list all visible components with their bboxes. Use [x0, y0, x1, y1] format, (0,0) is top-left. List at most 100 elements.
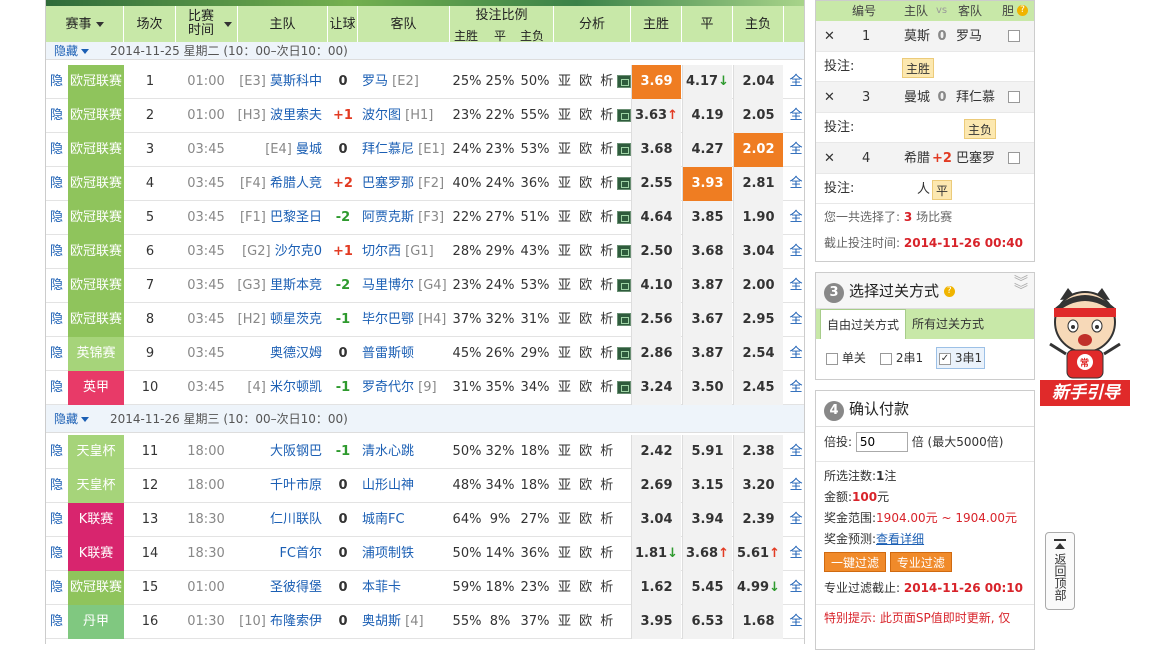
odds-lose-button[interactable]: 3.20: [733, 469, 783, 503]
odds-win-button[interactable]: 1.62: [631, 571, 681, 605]
odds-win-button[interactable]: 2.69: [631, 469, 681, 503]
league-badge[interactable]: 英锦赛: [68, 337, 124, 371]
bet-choice[interactable]: 主胜: [902, 58, 935, 78]
odds-lose-button[interactable]: 2.04: [733, 65, 783, 99]
hide-row-link[interactable]: 隐: [50, 133, 66, 167]
odds-draw-button[interactable]: 4.19: [682, 99, 732, 133]
header-time[interactable]: 比赛 时间: [176, 6, 238, 44]
league-badge[interactable]: 天皇杯: [68, 435, 124, 469]
view-detail-link[interactable]: 查看详细: [876, 532, 924, 546]
odds-draw-button[interactable]: 3.94: [682, 503, 732, 537]
odds-lose-button[interactable]: 1.68: [733, 605, 783, 639]
odds-draw-button[interactable]: 5.91: [682, 435, 732, 469]
odds-win-button[interactable]: 1.81↓: [631, 537, 681, 571]
odds-win-button[interactable]: 2.50: [631, 235, 681, 269]
home-team[interactable]: 千叶市原: [236, 469, 322, 503]
all-odds-link[interactable]: 全: [788, 303, 804, 337]
hide-row-link[interactable]: 隐: [50, 435, 66, 469]
hide-row-link[interactable]: 隐: [50, 503, 66, 537]
analysis-links[interactable]: 亚 欧 析: [558, 167, 632, 201]
away-team[interactable]: 山形山神: [362, 469, 462, 503]
hide-toggle[interactable]: 隐藏: [54, 405, 90, 433]
analysis-links[interactable]: 亚 欧 析: [558, 303, 632, 337]
away-team[interactable]: 阿贾克斯 [F3]: [362, 201, 462, 235]
hide-row-link[interactable]: 隐: [50, 167, 66, 201]
odds-lose-button[interactable]: 2.39: [733, 503, 783, 537]
odds-win-button[interactable]: 3.95: [631, 605, 681, 639]
odds-lose-button[interactable]: 2.54: [733, 337, 783, 371]
all-odds-link[interactable]: 全: [788, 99, 804, 133]
data-chart-icon[interactable]: [617, 75, 632, 88]
analysis-links[interactable]: 亚 欧 析: [558, 371, 632, 405]
away-team[interactable]: 切尔西 [G1]: [362, 235, 462, 269]
analysis-links-text[interactable]: 亚 欧 析: [558, 108, 615, 123]
odds-lose-button[interactable]: 2.00: [733, 269, 783, 303]
data-chart-icon[interactable]: [617, 381, 632, 394]
league-badge[interactable]: 欧冠联赛: [68, 303, 124, 337]
hide-row-link[interactable]: 隐: [50, 269, 66, 303]
away-team[interactable]: 马里博尔 [G4]: [362, 269, 462, 303]
league-badge[interactable]: 天皇杯: [68, 469, 124, 503]
away-team[interactable]: 浦项制铁: [362, 537, 462, 571]
odds-draw-button[interactable]: 3.87: [682, 269, 732, 303]
home-team[interactable]: 大阪钢巴: [236, 435, 322, 469]
league-badge[interactable]: 英甲: [68, 371, 124, 405]
home-team[interactable]: [G2] 沙尔克0: [236, 235, 322, 269]
away-team[interactable]: 奥胡斯 [4]: [362, 605, 462, 639]
analysis-links-text[interactable]: 亚 欧 析: [558, 142, 615, 157]
analysis-links[interactable]: 亚 欧 析: [558, 571, 624, 605]
league-badge[interactable]: 欧冠联赛: [68, 269, 124, 303]
home-team[interactable]: [H2] 顿星茨克: [236, 303, 322, 337]
back-to-top-button[interactable]: 返回顶部: [1045, 532, 1075, 610]
home-team[interactable]: [E3] 莫斯科中: [236, 65, 322, 99]
opt-3x1[interactable]: ✓ 3串1: [936, 347, 986, 369]
odds-draw-button[interactable]: 3.85: [682, 201, 732, 235]
analysis-links-text[interactable]: 亚 欧 析: [558, 580, 615, 595]
hide-row-link[interactable]: 隐: [50, 337, 66, 371]
banker-checkbox[interactable]: [1008, 152, 1020, 164]
all-odds-link[interactable]: 全: [788, 65, 804, 99]
analysis-links[interactable]: 亚 欧 析: [558, 201, 632, 235]
odds-win-button[interactable]: 4.10: [631, 269, 681, 303]
home-team[interactable]: FC首尔: [236, 537, 322, 571]
odds-lose-button[interactable]: 4.99↓: [733, 571, 783, 605]
all-odds-link[interactable]: 全: [788, 167, 804, 201]
odds-draw-button[interactable]: 6.53: [682, 605, 732, 639]
help-icon[interactable]: ?: [1017, 5, 1028, 16]
league-badge[interactable]: 欧冠联赛: [68, 571, 124, 605]
hide-row-link[interactable]: 隐: [50, 605, 66, 639]
away-team[interactable]: 本菲卡: [362, 571, 462, 605]
hide-row-link[interactable]: 隐: [50, 303, 66, 337]
bet-choice[interactable]: 平: [932, 180, 953, 200]
home-team[interactable]: [H3] 波里索夫: [236, 99, 322, 133]
opt-2x1[interactable]: 2串1: [880, 339, 923, 377]
odds-win-button[interactable]: 4.64: [631, 201, 681, 235]
banker-checkbox[interactable]: [1008, 91, 1020, 103]
league-badge[interactable]: 欧冠联赛: [68, 167, 124, 201]
hide-row-link[interactable]: 隐: [50, 571, 66, 605]
league-badge[interactable]: 欧冠联赛: [68, 99, 124, 133]
pro-filter-button[interactable]: 专业过滤: [889, 552, 952, 572]
checkbox-checked[interactable]: ✓: [939, 352, 951, 365]
odds-draw-button[interactable]: 3.68↑: [682, 537, 732, 571]
odds-win-button[interactable]: 2.55: [631, 167, 681, 201]
analysis-links[interactable]: 亚 欧 析: [558, 65, 632, 99]
home-team[interactable]: [E4] 曼城: [236, 133, 322, 167]
odds-draw-button[interactable]: 4.27: [682, 133, 732, 167]
hide-row-link[interactable]: 隐: [50, 469, 66, 503]
banker-checkbox[interactable]: [1008, 30, 1020, 42]
odds-lose-button[interactable]: 3.04: [733, 235, 783, 269]
hide-row-link[interactable]: 隐: [50, 65, 66, 99]
odds-lose-button[interactable]: 2.05: [733, 99, 783, 133]
analysis-links-text[interactable]: 亚 欧 析: [558, 244, 615, 259]
league-badge[interactable]: K联赛: [68, 503, 124, 537]
data-chart-icon[interactable]: [617, 347, 632, 360]
all-odds-link[interactable]: 全: [788, 469, 804, 503]
away-team[interactable]: 罗奇代尔 [9]: [362, 371, 462, 405]
league-badge[interactable]: 欧冠联赛: [68, 201, 124, 235]
analysis-links-text[interactable]: 亚 欧 析: [558, 74, 615, 89]
hide-toggle[interactable]: 隐藏: [54, 42, 90, 60]
analysis-links-text[interactable]: 亚 欧 析: [558, 278, 615, 293]
analysis-links[interactable]: 亚 欧 析: [558, 605, 624, 639]
odds-lose-button[interactable]: 5.61↑: [733, 537, 783, 571]
